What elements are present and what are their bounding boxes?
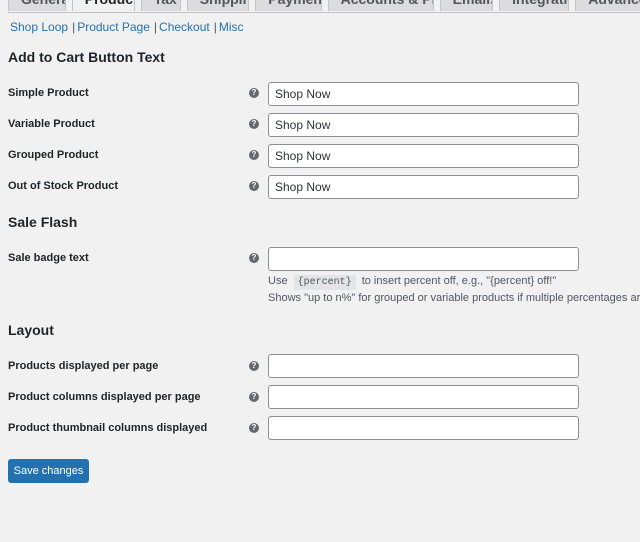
desc-text-post: to insert percent off, e.g., "{percent} … <box>361 275 557 287</box>
settings-tabs: General Products Tax Shipping Payments A… <box>8 0 640 13</box>
help-icon[interactable]: ? <box>249 88 259 98</box>
product-columns-input[interactable] <box>268 385 579 409</box>
save-changes-button[interactable]: Save changes <box>8 459 89 483</box>
desc-text-pre: Use <box>268 275 288 287</box>
section-title-add-to-cart: Add to Cart Button Text <box>8 49 165 65</box>
help-icon[interactable]: ? <box>249 150 259 160</box>
tab-shipping[interactable]: Shipping <box>186 0 250 11</box>
help-icon[interactable]: ? <box>249 392 259 402</box>
tab-tax[interactable]: Tax <box>140 0 181 11</box>
sale-badge-description: Use {percent} to insert percent off, e.g… <box>268 275 557 290</box>
subnav-separator: | <box>153 20 158 34</box>
label-variable-product: Variable Product <box>8 118 95 130</box>
label-thumbnail-columns: Product thumbnail columns displayed <box>8 422 208 434</box>
label-simple-product: Simple Product <box>8 87 89 99</box>
subnav-product-page[interactable]: Product Page <box>77 20 150 34</box>
settings-page: General Products Tax Shipping Payments A… <box>0 0 640 542</box>
help-icon[interactable]: ? <box>249 423 259 433</box>
thumbnail-columns-input[interactable] <box>268 416 579 440</box>
tab-emails[interactable]: Emails <box>439 0 494 11</box>
tab-integration[interactable]: Integration <box>499 0 570 11</box>
subnav-separator: | <box>213 20 217 34</box>
subnav-shop-loop[interactable]: Shop Loop <box>10 20 68 34</box>
label-products-per-page: Products displayed per page <box>8 360 159 372</box>
out-of-stock-product-input[interactable] <box>268 175 579 199</box>
variable-product-input[interactable] <box>268 113 579 137</box>
percent-code-snippet: {percent} <box>293 275 356 290</box>
help-icon[interactable]: ? <box>249 361 259 371</box>
help-icon[interactable]: ? <box>249 119 259 129</box>
label-grouped-product: Grouped Product <box>8 149 99 161</box>
sale-badge-text-input[interactable] <box>268 247 579 271</box>
subnav-separator: | <box>72 20 76 34</box>
sale-badge-description-line2: Shows "up to n%" for grouped or variable… <box>268 292 640 304</box>
tab-accounts-privacy[interactable]: Accounts & Privacy <box>327 0 434 11</box>
section-title-sale-flash: Sale Flash <box>8 214 78 230</box>
tab-general[interactable]: General <box>8 0 66 11</box>
products-per-page-input[interactable] <box>268 354 579 378</box>
tab-products[interactable]: Products <box>71 0 135 11</box>
label-product-columns: Product columns displayed per page <box>8 391 201 403</box>
help-icon[interactable]: ? <box>249 181 259 191</box>
simple-product-input[interactable] <box>268 82 579 106</box>
subnav-misc[interactable]: Misc <box>219 20 244 34</box>
tab-advanced[interactable]: Advanced <box>575 0 640 11</box>
label-out-of-stock-product: Out of Stock Product <box>8 180 118 192</box>
label-sale-badge-text: Sale badge text <box>8 252 89 264</box>
help-icon[interactable]: ? <box>249 253 259 263</box>
grouped-product-input[interactable] <box>268 144 579 168</box>
tab-payments[interactable]: Payments <box>255 0 322 11</box>
subnav-checkout[interactable]: Checkout <box>159 20 210 34</box>
sub-navigation: Shop Loop | Product Page | Checkout | Misc <box>10 20 244 34</box>
section-title-layout: Layout <box>8 322 54 338</box>
